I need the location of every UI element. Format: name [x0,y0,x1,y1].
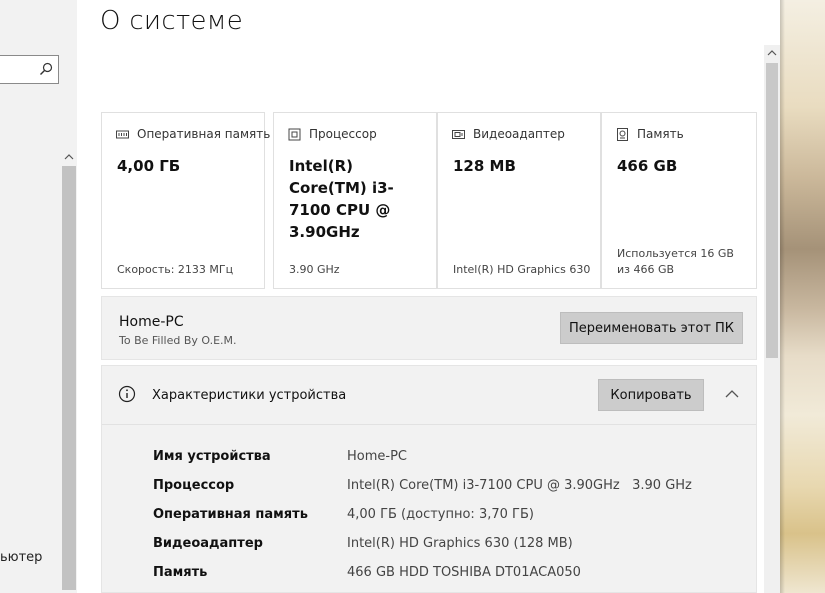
card-footer: Intel(R) HD Graphics 630 [453,263,591,276]
pc-model: To Be Filled By O.E.M. [119,334,237,347]
spec-value: 4,00 ГБ (доступно: 3,70 ГБ) [347,507,534,522]
storage-icon [617,127,628,141]
gpu-icon [452,129,465,139]
desktop-wallpaper [780,0,825,593]
content-scrollbar-thumb[interactable] [766,63,778,358]
spec-label: Память [153,565,208,580]
card-header: Память [616,127,684,141]
copy-button[interactable]: Копировать [598,379,704,411]
card-label: Оперативная память [137,127,271,141]
card-label: Память [637,127,684,141]
card-processor: Процессор Intel(R) Core(TM) i3-7100 CPU … [273,112,437,289]
navigation-scrollbar-thumb[interactable] [62,166,76,590]
device-specs-title: Характеристики устройства [152,388,347,403]
device-specs-panel: Характеристики устройства Копировать Имя… [101,365,757,593]
card-label: Процессор [309,127,377,141]
card-header: Процессор [288,127,377,141]
card-value: 4,00 ГБ [117,157,181,175]
card-memory: Оперативная память 4,00 ГБ Скорость: 213… [101,112,270,289]
navigation-pane: ьютер [0,0,77,593]
memory-icon [116,130,129,138]
device-specs-header[interactable]: Характеристики устройства Копировать [102,366,756,425]
card-value: Intel(R) Core(TM) i3-7100 CPU @ 3.90GHz [289,157,394,241]
card-header: Видеоадаптер [452,127,565,141]
spec-value: Intel(R) HD Graphics 630 (128 MB) [347,536,573,551]
cpu-icon [288,128,301,140]
spec-label: Имя устройства [153,449,271,464]
card-graphics: Видеоадаптер 128 MB Intel(R) HD Graphics… [437,112,601,289]
window-shadow [780,0,785,593]
card-footer: Скорость: 2133 МГц [117,263,234,276]
spec-label: Оперативная память [153,507,308,522]
spec-value: Home-PC [347,449,407,464]
card-value: 466 GB [617,157,678,175]
spec-label: Видеоадаптер [153,536,263,551]
card-footer: 3.90 GHz [289,263,340,276]
scroll-up-arrow-icon[interactable] [766,47,778,59]
content-scrollbar[interactable] [764,45,780,593]
spec-value: 466 GB HDD TOSHIBA DT01ACA050 [347,565,581,580]
info-icon [118,385,136,403]
page-title: О системе [100,6,244,36]
settings-content: О системе Оперативная память 4,00 ГБ Ско… [77,0,780,593]
search-icon[interactable] [39,62,53,76]
card-footer: Используется 16 GB из 466 GB [617,247,734,276]
sidebar-item-computer[interactable]: ьютер [0,550,42,565]
spec-value: Intel(R) Core(TM) i3-7100 CPU @ 3.90GHz … [347,478,692,493]
pc-name-panel: Home-PC To Be Filled By O.E.M. Переимено… [101,296,757,360]
card-header: Оперативная память [116,127,270,141]
card-value: 128 MB [453,157,516,175]
card-label: Видеоадаптер [473,127,565,141]
pc-name: Home-PC [119,314,184,330]
rename-pc-button[interactable]: Переименовать этот ПК [560,312,743,344]
spec-label: Процессор [153,478,235,493]
search-input[interactable] [0,55,59,84]
card-storage: Память 466 GB Используется 16 GB из 466 … [601,112,757,289]
chevron-up-icon[interactable] [724,386,740,402]
scroll-up-arrow-icon[interactable] [63,151,75,163]
